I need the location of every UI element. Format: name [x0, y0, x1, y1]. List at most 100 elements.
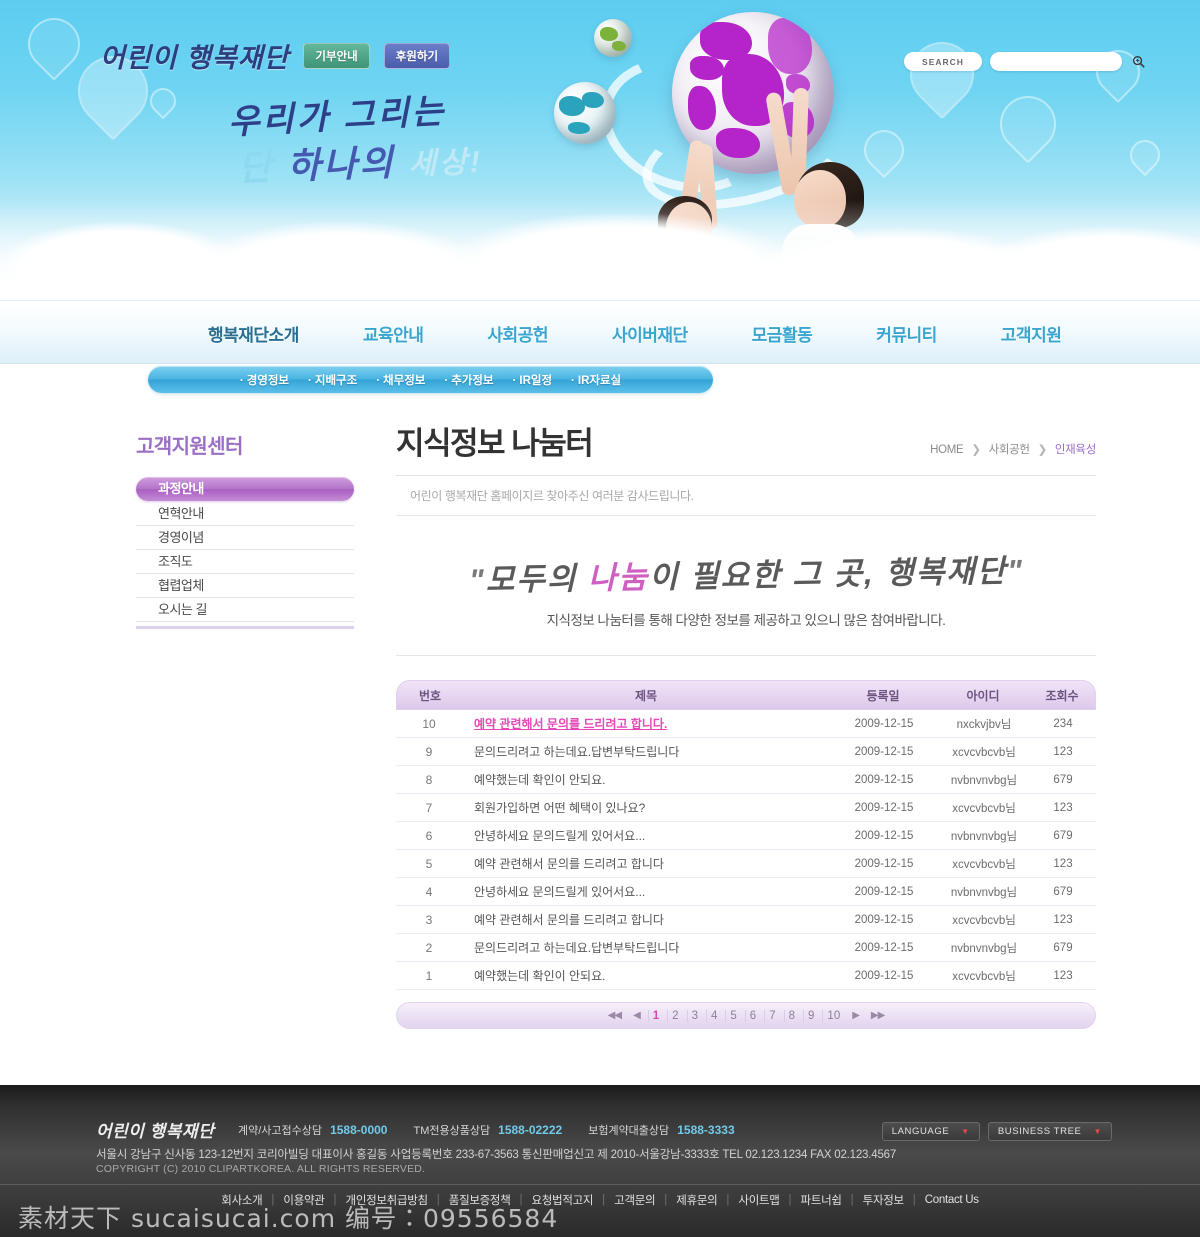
- row-title-link[interactable]: 안녕하세요 문의드릴게 있어서요...: [474, 829, 645, 843]
- table-row[interactable]: 4 안녕하세요 문의드릴게 있어서요... 2009-12-15 nvbnvnv…: [396, 878, 1096, 906]
- subnav-item-debt-info[interactable]: 채무정보: [376, 372, 425, 388]
- table-row[interactable]: 7 회원가입하면 어떤 혜택이 있나요? 2009-12-15 xcvcvbcv…: [396, 794, 1096, 822]
- row-title-link[interactable]: 회원가입하면 어떤 혜택이 있나요?: [474, 801, 645, 815]
- search-box[interactable]: [990, 52, 1145, 71]
- footer-link-partnership[interactable]: 파트너쉽: [792, 1192, 851, 1208]
- business-tree-select-label: BUSINESS TREE: [997, 1126, 1082, 1137]
- table-header-row: 번호 제목 등록일 아이디 조회수: [396, 680, 1096, 710]
- pagination-page-3[interactable]: 3: [686, 1009, 702, 1022]
- nav-item-education[interactable]: 교육안내: [363, 321, 424, 346]
- row-title-link[interactable]: 예약 관련해서 문의를 드리려고 합니다.: [474, 717, 667, 731]
- site-logo[interactable]: 어린이 행복재단 기부안내 후원하기: [100, 36, 451, 75]
- heart-doodle: [896, 28, 988, 120]
- row-date: 2009-12-15: [854, 745, 914, 758]
- main-header: 지식정보 나눔터 HOME ❯ 사회공헌 ❯ 인재육성: [396, 418, 1096, 463]
- sidebar-item-directions[interactable]: 오시는 길: [136, 598, 354, 622]
- table-row[interactable]: 5 예약 관련해서 문의를 드리려고 합니다 2009-12-15 xcvcvb…: [396, 850, 1096, 878]
- donation-guide-button[interactable]: 기부안내: [303, 42, 370, 69]
- row-author-id: nxckvjbv님: [956, 718, 1012, 731]
- row-title-link[interactable]: 문의드리려고 하는데요.답변부탁드립니다: [474, 745, 679, 759]
- row-title-link[interactable]: 예약 관련해서 문의를 드리려고 합니다: [474, 913, 664, 927]
- table-row[interactable]: 1 예약했는데 확인이 안되요. 2009-12-15 xcvcvbcvb님 1…: [396, 962, 1096, 990]
- column-header-no: 번호: [418, 688, 442, 703]
- footer-select-group: LANGUAGE ▼ BUSINESS TREE ▼: [881, 1122, 1112, 1141]
- footer-link-investor-info[interactable]: 투자정보: [854, 1192, 913, 1208]
- calligraphy-open-quote: ": [468, 562, 486, 598]
- footer-link-contact-us[interactable]: Contact Us: [916, 1194, 988, 1206]
- table-row[interactable]: 2 문의드리려고 하는데요.답변부탁드립니다 2009-12-15 nvbnvn…: [396, 934, 1096, 962]
- row-hits: 679: [1053, 885, 1073, 898]
- nav-item-foundation-intro[interactable]: 행복재단소개: [208, 321, 299, 346]
- calligraphy-highlight: 나눔: [587, 559, 649, 596]
- row-hits: 679: [1053, 829, 1073, 842]
- globe-small-teal: [554, 82, 616, 144]
- subnav-item-ir-library[interactable]: IR자료실: [571, 372, 621, 388]
- row-date: 2009-12-15: [854, 941, 914, 954]
- language-select[interactable]: LANGUAGE ▼: [881, 1122, 980, 1141]
- sidebar-item-philosophy[interactable]: 경영이념: [136, 526, 354, 550]
- pagination-prev-icon[interactable]: ◀: [629, 1010, 644, 1021]
- table-row[interactable]: 8 예약했는데 확인이 안되요. 2009-12-15 nvbnvnvbg님 6…: [396, 766, 1096, 794]
- pagination-last-icon[interactable]: ▶▶: [867, 1010, 888, 1021]
- table-row[interactable]: 6 안녕하세요 문의드릴게 있어서요... 2009-12-15 nvbnvnv…: [396, 822, 1096, 850]
- pagination-next-icon[interactable]: ▶: [848, 1010, 863, 1021]
- footer-link-partnership-inquiry[interactable]: 제휴문의: [667, 1192, 726, 1208]
- calligraphy-part1: 모두의: [485, 560, 578, 598]
- page-root: 어린이 행복재단 기부안내 후원하기 우리가 그리는 단 하나의 세상! SEA…: [0, 0, 1200, 1237]
- row-title-link[interactable]: 문의드리려고 하는데요.답변부탁드립니다: [474, 941, 679, 955]
- row-title: 예약 관련해서 문의를 드리려고 합니다.: [462, 715, 830, 732]
- row-hits: 679: [1053, 773, 1073, 786]
- pagination-page-4[interactable]: 4: [705, 1009, 721, 1022]
- row-no: 3: [425, 912, 433, 927]
- subnav-item-governance[interactable]: 지배구조: [308, 372, 357, 388]
- search-input[interactable]: [1000, 56, 1132, 67]
- row-hits: 123: [1053, 857, 1073, 870]
- pagination-page-1[interactable]: 1: [647, 1009, 663, 1022]
- pagination-page-10[interactable]: 10: [822, 1009, 844, 1022]
- table-row[interactable]: 9 문의드리려고 하는데요.답변부탁드립니다 2009-12-15 xcvcvb…: [396, 738, 1096, 766]
- nav-item-cyber-foundation[interactable]: 사이버재단: [612, 321, 688, 346]
- chevron-down-icon: ▼: [1093, 1127, 1102, 1136]
- table-row[interactable]: 3 예약 관련해서 문의를 드리려고 합니다 2009-12-15 xcvcvb…: [396, 906, 1096, 934]
- sidebar-title: 고객지원센터: [136, 436, 243, 458]
- pagination-page-7[interactable]: 7: [764, 1009, 779, 1022]
- business-tree-select[interactable]: BUSINESS TREE ▼: [987, 1122, 1112, 1141]
- breadcrumb-level1[interactable]: 사회공헌: [989, 444, 1030, 456]
- row-title-link[interactable]: 예약 관련해서 문의를 드리려고 합니다: [474, 857, 664, 871]
- search-label-pill: SEARCH: [904, 52, 982, 71]
- footer-link-customer-inquiry[interactable]: 고객문의: [605, 1192, 664, 1208]
- heart-doodle: [17, 7, 91, 81]
- sponsor-button[interactable]: 후원하기: [383, 42, 451, 69]
- row-title: 예약 관련해서 문의를 드리려고 합니다: [462, 911, 830, 928]
- row-title-link[interactable]: 예약했는데 확인이 안되요.: [474, 969, 605, 983]
- pagination-page-8[interactable]: 8: [783, 1009, 799, 1022]
- breadcrumb-home[interactable]: HOME: [930, 444, 964, 456]
- column-header-date: 등록일: [866, 688, 900, 703]
- pagination-first-icon[interactable]: ◀◀: [604, 1010, 625, 1021]
- subnav-item-ir-schedule[interactable]: IR일정: [513, 372, 552, 388]
- row-title-link[interactable]: 예약했는데 확인이 안되요.: [474, 773, 605, 787]
- sidebar-item-course-guide[interactable]: 과정안내: [136, 477, 354, 501]
- row-author-id: xcvcvbcvb님: [952, 970, 1016, 983]
- nav-item-fundraising[interactable]: 모금활동: [752, 321, 813, 346]
- pagination-page-9[interactable]: 9: [803, 1009, 818, 1022]
- pagination-page-6[interactable]: 6: [744, 1009, 760, 1022]
- row-title-link[interactable]: 안녕하세요 문의드릴게 있어서요...: [474, 885, 645, 899]
- pagination: ◀◀ ◀ 1 2 3 4 5 6 7 8 9 10 ▶ ▶▶: [396, 1002, 1096, 1029]
- subnav-item-additional-info[interactable]: 추가정보: [444, 372, 493, 388]
- nav-item-social-contribution[interactable]: 사회공헌: [487, 321, 548, 346]
- nav-item-community[interactable]: 커뮤니티: [876, 321, 937, 346]
- nav-item-customer-support[interactable]: 고객지원: [1001, 321, 1062, 346]
- sidebar-item-history[interactable]: 연혁안내: [136, 502, 354, 526]
- sidebar-item-partners[interactable]: 협렵업체: [136, 574, 354, 598]
- sidebar-bottom-rule: [136, 626, 354, 629]
- table-row[interactable]: 10 예약 관련해서 문의를 드리려고 합니다. 2009-12-15 nxck…: [396, 710, 1096, 738]
- pagination-page-5[interactable]: 5: [725, 1009, 740, 1022]
- footer-link-sitemap[interactable]: 사이트맵: [729, 1192, 788, 1208]
- subnav-item-management-info[interactable]: 경영정보: [240, 372, 289, 388]
- search-icon[interactable]: [1132, 55, 1145, 68]
- row-no: 7: [425, 800, 433, 815]
- sidebar-item-org-chart[interactable]: 조직도: [136, 550, 354, 574]
- pagination-page-2[interactable]: 2: [667, 1009, 682, 1022]
- row-hits: 123: [1053, 801, 1073, 814]
